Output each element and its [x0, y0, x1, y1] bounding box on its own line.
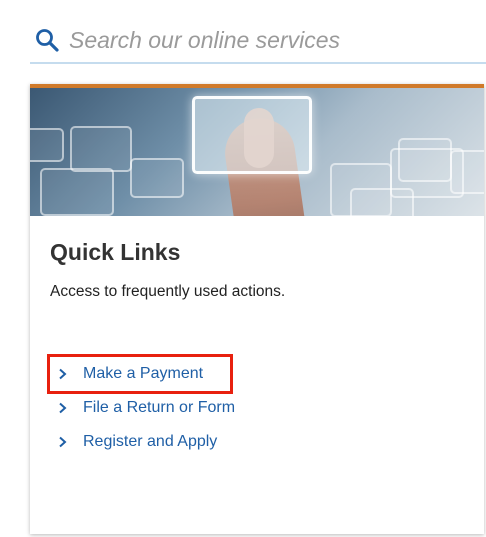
list-item-register-apply[interactable]: Register and Apply [50, 425, 464, 459]
card-body: Quick Links Access to frequently used ac… [30, 216, 484, 459]
card-banner-image [30, 88, 484, 216]
search-input[interactable] [69, 26, 469, 54]
quick-links-card: Quick Links Access to frequently used ac… [30, 84, 484, 534]
search-bar[interactable] [30, 18, 486, 64]
chevron-right-icon [56, 401, 68, 415]
search-icon[interactable] [34, 27, 60, 53]
chevron-right-icon [56, 367, 68, 381]
list-item-make-payment[interactable]: Make a Payment [47, 354, 233, 394]
card-title: Quick Links [50, 239, 181, 265]
file-return-link[interactable]: File a Return or Form [83, 399, 235, 417]
list-item-file-return[interactable]: File a Return or Form [50, 391, 464, 425]
card-description: Access to frequently used actions. [50, 283, 286, 300]
quick-links-list: Make a Payment File a Return or Form Reg… [47, 354, 464, 459]
page: Quick Links Access to frequently used ac… [0, 0, 486, 537]
make-payment-link[interactable]: Make a Payment [83, 365, 203, 383]
register-apply-link[interactable]: Register and Apply [83, 433, 217, 451]
chevron-right-icon [56, 435, 68, 449]
